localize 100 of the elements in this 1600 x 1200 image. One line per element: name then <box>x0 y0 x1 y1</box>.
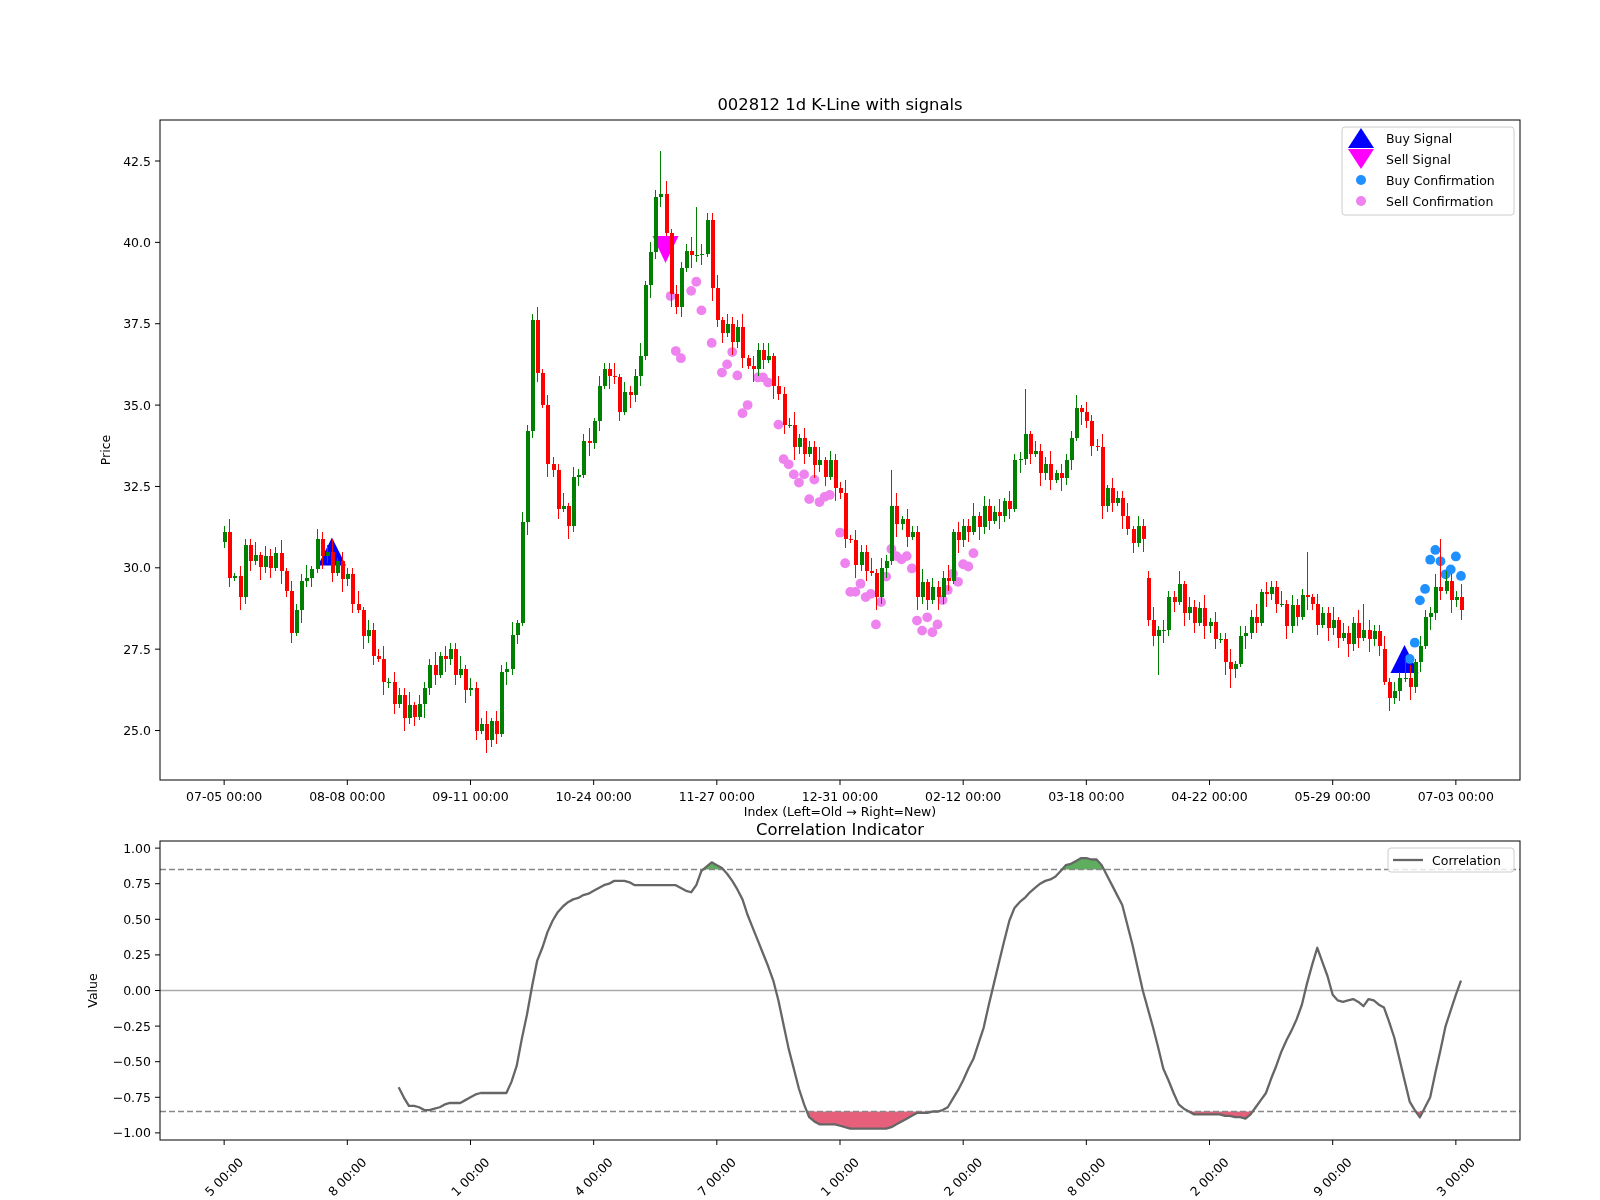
candlestick <box>1274 580 1279 614</box>
candlestick <box>751 355 756 383</box>
candlestick <box>761 342 766 370</box>
candlestick <box>222 525 227 549</box>
candlestick <box>628 385 633 409</box>
candlestick <box>433 651 438 686</box>
dot-marker <box>876 597 886 607</box>
candlestick <box>720 316 725 344</box>
candlestick <box>443 645 448 673</box>
candlestick <box>1331 606 1336 636</box>
candlestick <box>1336 616 1341 649</box>
candlestick <box>1125 502 1130 536</box>
candlestick <box>1069 430 1074 471</box>
candlestick <box>330 538 335 583</box>
candlestick <box>273 546 278 572</box>
candlestick <box>971 502 976 536</box>
dot-marker <box>1409 637 1420 648</box>
y-tick-label: 1.00 <box>123 840 151 856</box>
dot-marker <box>676 353 686 364</box>
y-axis-label: Value <box>85 973 100 1008</box>
candlestick <box>1367 619 1372 653</box>
x-tick-label: 05-29 00:00 <box>1294 789 1371 804</box>
candlestick <box>304 564 309 588</box>
dot-marker <box>727 347 738 357</box>
candlestick <box>489 717 494 748</box>
candlestick <box>864 544 869 582</box>
candlestick <box>366 619 371 644</box>
candlestick <box>587 427 592 457</box>
legend-label: Correlation <box>1432 852 1501 868</box>
candlestick <box>930 577 935 605</box>
candlestick <box>689 236 694 269</box>
candlestick <box>1095 438 1100 452</box>
x-tick-label: 11-27 00:00 <box>678 789 755 804</box>
candlestick <box>1192 599 1197 634</box>
candlestick <box>658 150 663 208</box>
candlestick <box>386 677 391 689</box>
dot-marker <box>706 338 717 348</box>
candlestick <box>438 651 443 679</box>
candlestick <box>463 664 468 704</box>
candlestick <box>253 541 258 566</box>
dot-marker <box>927 627 938 638</box>
candlestick <box>1079 404 1084 426</box>
candlestick <box>412 701 417 727</box>
candlestick <box>812 440 817 479</box>
candlestick <box>1305 551 1310 611</box>
candlestick <box>612 362 617 385</box>
dot-marker <box>1435 556 1446 567</box>
candlestick <box>699 243 704 266</box>
candlestick <box>1018 451 1023 474</box>
candlestick <box>1218 632 1223 644</box>
dot-marker <box>1445 564 1456 575</box>
legend-label: Sell Confirmation <box>1386 193 1494 209</box>
y-tick-label: −1.00 <box>112 1125 151 1141</box>
candlestick <box>797 433 802 455</box>
y-tick-label: 42.5 <box>123 153 151 169</box>
dot-marker <box>855 578 866 589</box>
candlestick <box>1151 606 1156 647</box>
x-tick-label: 07-05 00:00 <box>186 789 263 804</box>
dot-marker <box>932 619 943 630</box>
candlestick <box>1392 681 1397 705</box>
dot-marker <box>824 490 835 500</box>
x-tick-label: 07-03 00:00 <box>1417 789 1494 804</box>
dot-marker <box>1404 654 1415 664</box>
dot-marker <box>922 612 933 623</box>
candlestick <box>884 554 889 579</box>
candlestick <box>494 710 499 745</box>
candlestick <box>874 568 879 611</box>
candlestick <box>381 645 386 696</box>
candlestick <box>622 381 627 416</box>
dot-marker <box>1456 571 1466 581</box>
candlestick <box>1084 401 1089 429</box>
candlestick <box>859 544 864 572</box>
dot-marker <box>912 615 922 626</box>
y-axis-label: Price <box>98 434 113 466</box>
candlestick <box>1136 515 1141 548</box>
candlestick <box>1346 625 1351 658</box>
candlestick <box>263 545 268 574</box>
candlestick <box>1254 603 1259 634</box>
y-tick-label: −0.75 <box>112 1089 151 1105</box>
dot-marker <box>871 619 881 630</box>
candlestick <box>392 671 397 715</box>
dot-marker <box>804 494 815 505</box>
y-tick-label: 0.25 <box>123 947 151 963</box>
x-tick-label: 08-08 00:00 <box>309 789 386 804</box>
y-tick-label: 32.5 <box>123 478 151 494</box>
candlestick <box>268 548 273 579</box>
x-axis-label: Index (Left=Old → Right=New) <box>743 804 937 819</box>
dot-marker <box>1420 584 1430 594</box>
candlestick <box>817 446 822 473</box>
candlestick <box>961 518 966 548</box>
candlestick <box>997 498 1002 530</box>
candlestick <box>407 691 412 725</box>
candlestick <box>633 368 638 403</box>
candlestick <box>1326 606 1331 642</box>
candlestick <box>1141 518 1146 553</box>
candlestick <box>1459 583 1464 621</box>
dot-marker <box>1450 551 1461 562</box>
candlestick <box>448 642 453 666</box>
candlestick <box>1038 443 1043 487</box>
legend-label: Sell Signal <box>1386 151 1451 167</box>
